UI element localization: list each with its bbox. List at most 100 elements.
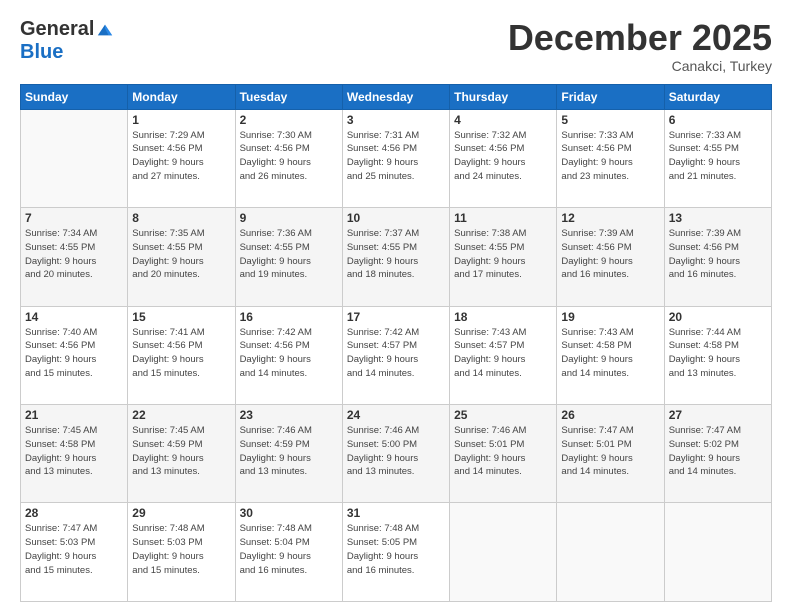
col-tuesday: Tuesday (235, 84, 342, 109)
day-info: Sunrise: 7:43 AMSunset: 4:57 PMDaylight:… (454, 326, 552, 381)
day-number: 7 (25, 211, 123, 225)
header: General Blue December 2025 Canakci, Turk… (20, 18, 772, 74)
day-number: 18 (454, 310, 552, 324)
day-info: Sunrise: 7:40 AMSunset: 4:56 PMDaylight:… (25, 326, 123, 381)
page: General Blue December 2025 Canakci, Turk… (0, 0, 792, 612)
col-wednesday: Wednesday (342, 84, 449, 109)
day-info: Sunrise: 7:43 AMSunset: 4:58 PMDaylight:… (561, 326, 659, 381)
month-title: December 2025 (508, 18, 772, 58)
day-info: Sunrise: 7:30 AMSunset: 4:56 PMDaylight:… (240, 129, 338, 184)
calendar-table: Sunday Monday Tuesday Wednesday Thursday… (20, 84, 772, 602)
day-number: 26 (561, 408, 659, 422)
day-number: 31 (347, 506, 445, 520)
logo-blue-text: Blue (20, 41, 63, 63)
table-row: 8Sunrise: 7:35 AMSunset: 4:55 PMDaylight… (128, 208, 235, 306)
day-info: Sunrise: 7:41 AMSunset: 4:56 PMDaylight:… (132, 326, 230, 381)
table-row: 23 Sunrise: 7:46 AMSunset: 4:59 PMDayligh… (235, 405, 342, 503)
day-number: 12 (561, 211, 659, 225)
day-number: 5 (561, 113, 659, 127)
day-number: 16 (240, 310, 338, 324)
day-number: 9 (240, 211, 338, 225)
day-info: Sunrise: 7:48 AMSunset: 5:05 PMDaylight:… (347, 522, 445, 577)
title-section: December 2025 Canakci, Turkey (508, 18, 772, 74)
table-row: 28 Sunrise: 7:47 AMSunset: 5:03 PMDayligh… (21, 503, 128, 602)
day-number: 29 (132, 506, 230, 520)
day-number: 28 (25, 506, 123, 520)
day-info: Sunrise: 7:47 AMSunset: 5:03 PMDaylight:… (25, 522, 123, 577)
table-row: 29 Sunrise: 7:48 AMSunset: 5:03 PMDayligh… (128, 503, 235, 602)
day-info: Sunrise: 7:31 AMSunset: 4:56 PMDaylight:… (347, 129, 445, 184)
day-number: 10 (347, 211, 445, 225)
day-info: Sunrise: 7:45 AMSunset: 4:59 PMDaylight:… (132, 424, 230, 479)
table-row: 19 Sunrise: 7:43 AMSunset: 4:58 PMDayligh… (557, 306, 664, 404)
day-info: Sunrise: 7:42 AMSunset: 4:57 PMDaylight:… (347, 326, 445, 381)
day-number: 1 (132, 113, 230, 127)
table-row: 25Sunrise: 7:46 AMSunset: 5:01 PMDayligh… (450, 405, 557, 503)
table-row: 11 Sunrise: 7:38 AMSunset: 4:55 PMDayligh… (450, 208, 557, 306)
table-row: 27 Sunrise: 7:47 AMSunset: 5:02 PMDayligh… (664, 405, 771, 503)
day-info: Sunrise: 7:34 AMSunset: 4:55 PMDaylight:… (25, 227, 123, 282)
logo-general-text: General (20, 18, 94, 41)
table-row: 22 Sunrise: 7:45 AMSunset: 4:59 PMDayligh… (128, 405, 235, 503)
table-row: 2Sunrise: 7:30 AMSunset: 4:56 PMDaylight… (235, 109, 342, 207)
day-info: Sunrise: 7:29 AMSunset: 4:56 PMDaylight:… (132, 129, 230, 184)
day-number: 23 (240, 408, 338, 422)
table-row: 12 Sunrise: 7:39 AMSunset: 4:56 PMDayligh… (557, 208, 664, 306)
table-row (450, 503, 557, 602)
day-info: Sunrise: 7:39 AMSunset: 4:56 PMDaylight:… (561, 227, 659, 282)
day-info: Sunrise: 7:48 AMSunset: 5:03 PMDaylight:… (132, 522, 230, 577)
day-info: Sunrise: 7:46 AMSunset: 4:59 PMDaylight:… (240, 424, 338, 479)
day-number: 24 (347, 408, 445, 422)
table-row: 5 Sunrise: 7:33 AMSunset: 4:56 PMDaylight… (557, 109, 664, 207)
day-number: 11 (454, 211, 552, 225)
table-row: 7 Sunrise: 7:34 AMSunset: 4:55 PMDaylight… (21, 208, 128, 306)
location: Canakci, Turkey (508, 58, 772, 74)
day-info: Sunrise: 7:36 AMSunset: 4:55 PMDaylight:… (240, 227, 338, 282)
day-number: 27 (669, 408, 767, 422)
day-info: Sunrise: 7:47 AMSunset: 5:02 PMDaylight:… (669, 424, 767, 479)
table-row: 1 Sunrise: 7:29 AMSunset: 4:56 PMDaylight… (128, 109, 235, 207)
day-number: 19 (561, 310, 659, 324)
day-number: 20 (669, 310, 767, 324)
col-saturday: Saturday (664, 84, 771, 109)
table-row: 21 Sunrise: 7:45 AMSunset: 4:58 PMDayligh… (21, 405, 128, 503)
col-sunday: Sunday (21, 84, 128, 109)
day-info: Sunrise: 7:48 AMSunset: 5:04 PMDaylight:… (240, 522, 338, 577)
day-info: Sunrise: 7:47 AMSunset: 5:01 PMDaylight:… (561, 424, 659, 479)
day-number: 21 (25, 408, 123, 422)
day-info: Sunrise: 7:46 AMSunset: 5:00 PMDaylight:… (347, 424, 445, 479)
table-row: 10 Sunrise: 7:37 AMSunset: 4:55 PMDayligh… (342, 208, 449, 306)
day-number: 22 (132, 408, 230, 422)
day-info: Sunrise: 7:46 AMSunset: 5:01 PMDaylight:… (454, 424, 552, 479)
table-row: 6Sunrise: 7:33 AMSunset: 4:55 PMDaylight… (664, 109, 771, 207)
day-info: Sunrise: 7:33 AMSunset: 4:56 PMDaylight:… (561, 129, 659, 184)
table-row: 26 Sunrise: 7:47 AMSunset: 5:01 PMDayligh… (557, 405, 664, 503)
table-row (21, 109, 128, 207)
day-info: Sunrise: 7:33 AMSunset: 4:55 PMDaylight:… (669, 129, 767, 184)
day-info: Sunrise: 7:32 AMSunset: 4:56 PMDaylight:… (454, 129, 552, 184)
day-number: 17 (347, 310, 445, 324)
day-info: Sunrise: 7:45 AMSunset: 4:58 PMDaylight:… (25, 424, 123, 479)
table-row: 3 Sunrise: 7:31 AMSunset: 4:56 PMDaylight… (342, 109, 449, 207)
table-row (664, 503, 771, 602)
day-info: Sunrise: 7:35 AMSunset: 4:55 PMDaylight:… (132, 227, 230, 282)
col-monday: Monday (128, 84, 235, 109)
day-number: 14 (25, 310, 123, 324)
table-row: 20Sunrise: 7:44 AMSunset: 4:58 PMDayligh… (664, 306, 771, 404)
table-row: 31 Sunrise: 7:48 AMSunset: 5:05 PMDayligh… (342, 503, 449, 602)
col-thursday: Thursday (450, 84, 557, 109)
day-info: Sunrise: 7:42 AMSunset: 4:56 PMDaylight:… (240, 326, 338, 381)
table-row: 4Sunrise: 7:32 AMSunset: 4:56 PMDaylight… (450, 109, 557, 207)
table-row (557, 503, 664, 602)
day-info: Sunrise: 7:38 AMSunset: 4:55 PMDaylight:… (454, 227, 552, 282)
table-row: 30 Sunrise: 7:48 AMSunset: 5:04 PMDayligh… (235, 503, 342, 602)
table-row: 17 Sunrise: 7:42 AMSunset: 4:57 PMDayligh… (342, 306, 449, 404)
day-number: 13 (669, 211, 767, 225)
col-friday: Friday (557, 84, 664, 109)
table-row: 9 Sunrise: 7:36 AMSunset: 4:55 PMDaylight… (235, 208, 342, 306)
day-number: 30 (240, 506, 338, 520)
day-number: 3 (347, 113, 445, 127)
day-info: Sunrise: 7:39 AMSunset: 4:56 PMDaylight:… (669, 227, 767, 282)
day-info: Sunrise: 7:37 AMSunset: 4:55 PMDaylight:… (347, 227, 445, 282)
table-row: 24 Sunrise: 7:46 AMSunset: 5:00 PMDayligh… (342, 405, 449, 503)
